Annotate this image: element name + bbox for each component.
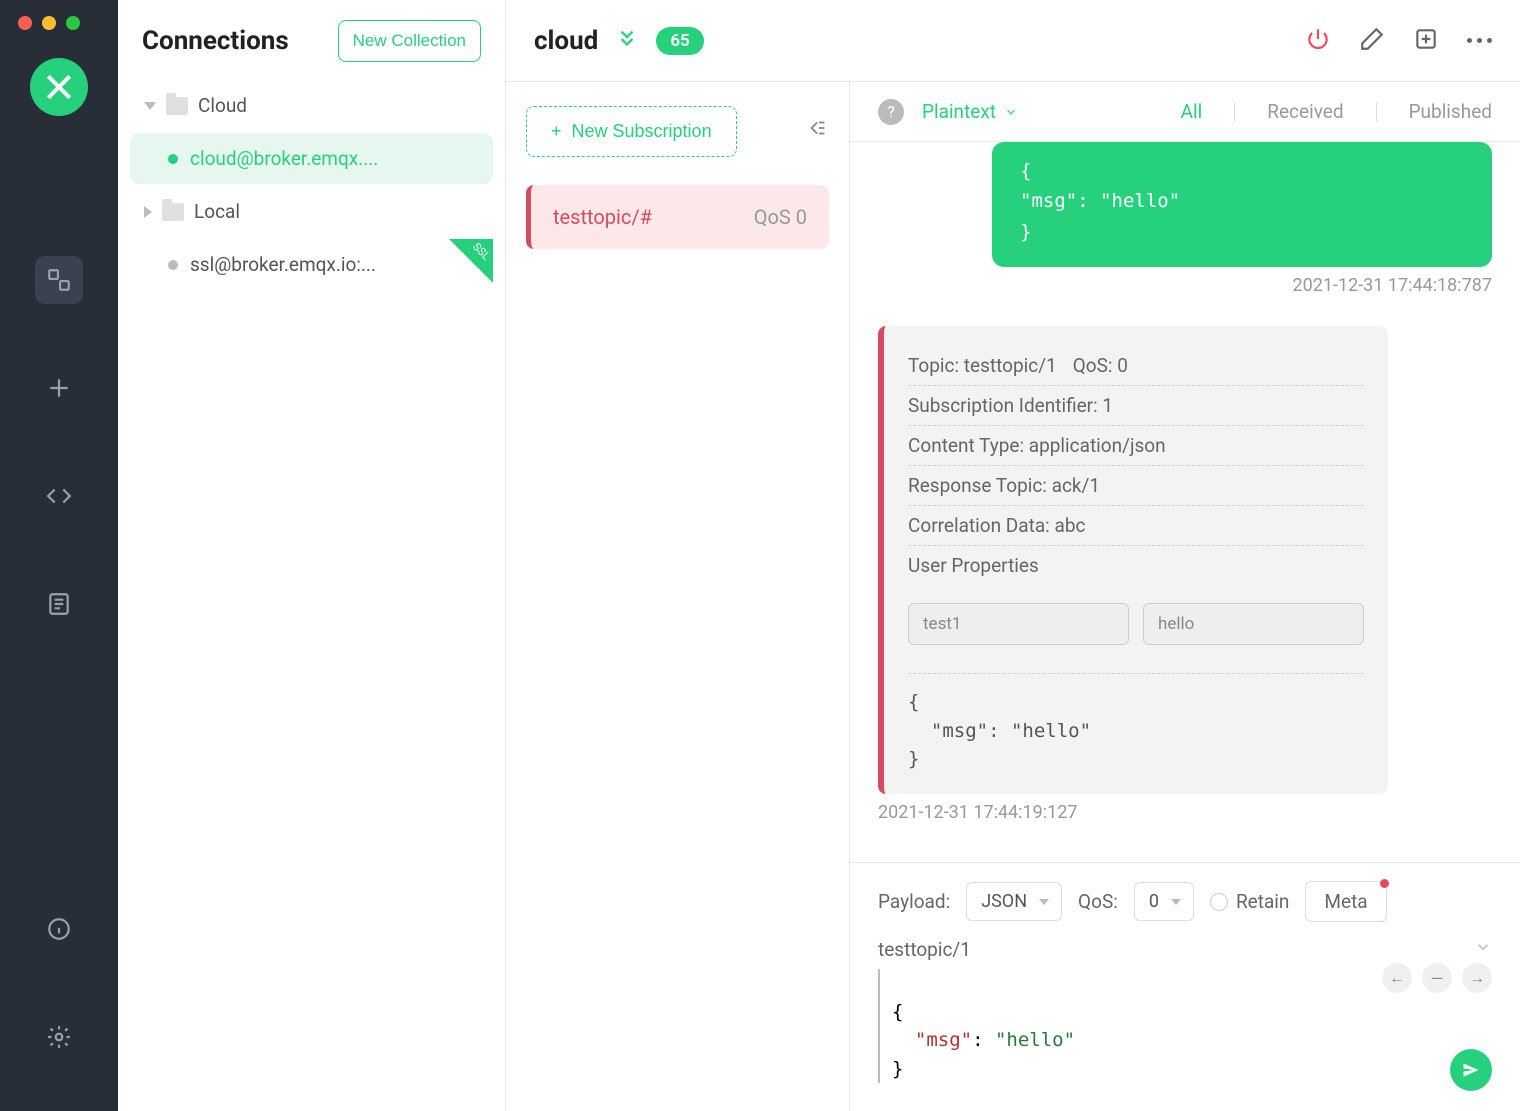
messages-panel: ? Plaintext All Received Published { [850,82,1520,1111]
new-subscription-label: New Subscription [572,121,712,142]
main-header: cloud 65 [506,0,1520,82]
user-properties-label: User Properties [908,554,1364,577]
retain-toggle[interactable]: Retain [1210,890,1289,913]
group-cloud[interactable]: Cloud [130,82,493,129]
sent-line: } [1020,217,1464,247]
folder-icon [166,97,188,115]
group-local[interactable]: Local [130,188,493,235]
status-dot-offline [168,260,178,270]
connections-sidebar: Connections New Collection Cloud cloud@b… [118,0,506,1111]
new-window-button[interactable] [1413,26,1439,56]
sent-line: "msg": "hello" [1020,186,1464,216]
recv-sub-id: Subscription Identifier: 1 [908,394,1113,417]
nav-connections[interactable] [35,256,83,304]
new-collection-button[interactable]: New Collection [338,20,481,62]
filter-tab-published[interactable]: Published [1409,100,1492,123]
recv-qos: QoS: 0 [1073,354,1128,377]
minimize-window[interactable] [42,16,56,30]
user-property-value: hello [1143,603,1364,645]
subscription-topic: testtopic/# [553,205,652,229]
connection-label: cloud@broker.emqx.... [190,147,378,170]
connection-ssl[interactable]: ssl@broker.emqx.io:... SSL [130,239,493,290]
received-message: Topic: testtopic/1 QoS: 0 Subscription I… [878,326,1492,823]
qos-select[interactable]: 0 [1134,882,1194,921]
caret-down-icon [144,102,156,110]
main-panel: cloud 65 + New Subscription [506,0,1520,1111]
history-clear-button[interactable]: — [1422,963,1452,993]
maximize-window[interactable] [66,16,80,30]
subscription-item[interactable]: testtopic/# QoS 0 [526,185,829,249]
filter-tab-all[interactable]: All [1181,100,1203,123]
topic-expand-icon[interactable] [1474,938,1492,961]
nav-rail [0,0,118,1111]
history-next-button[interactable]: → [1462,963,1492,993]
expand-icon[interactable] [616,27,638,55]
payload-format-select[interactable]: JSON [966,882,1062,921]
message-count-badge: 65 [656,27,703,55]
meta-label: Meta [1324,890,1367,913]
sidebar-title: Connections [142,26,289,56]
format-value: Plaintext [922,100,996,123]
recv-timestamp: 2021-12-31 17:44:19:127 [878,802,1077,823]
send-button[interactable] [1450,1049,1492,1091]
window-controls [18,16,80,30]
qos-label: QoS: [1078,890,1118,913]
retain-label: Retain [1236,890,1289,913]
app-logo [30,58,88,116]
messages-list[interactable]: { "msg": "hello" } 2021-12-31 17:44:18:7… [850,142,1520,862]
radio-icon [1210,893,1228,911]
filter-tab-received[interactable]: Received [1267,100,1343,123]
nav-add[interactable] [35,364,83,412]
edit-button[interactable] [1359,26,1385,56]
group-label: Cloud [198,94,247,117]
caret-right-icon [144,206,152,218]
collapse-subscriptions-icon[interactable] [807,117,829,143]
close-window[interactable] [18,16,32,30]
subscriptions-panel: + New Subscription testtopic/# QoS 0 [506,82,850,1111]
subscription-qos: QoS 0 [754,205,807,229]
recv-payload: { "msg": "hello" } [908,673,1364,774]
new-subscription-button[interactable]: + New Subscription [526,106,737,157]
more-menu[interactable] [1467,38,1492,43]
disconnect-button[interactable] [1305,26,1331,56]
sent-message: { "msg": "hello" } 2021-12-31 17:44:18:7… [878,142,1492,296]
plus-icon: + [551,121,562,142]
payload-label: Payload: [878,890,950,913]
received-message-body: Topic: testtopic/1 QoS: 0 Subscription I… [878,326,1388,794]
sent-message-body: { "msg": "hello" } [992,142,1492,267]
recv-content-type: Content Type: application/json [908,434,1166,457]
connection-label: ssl@broker.emqx.io:... [190,253,376,276]
connection-name: cloud [534,26,598,56]
nav-settings[interactable] [35,1013,83,1061]
user-property-key: test1 [908,603,1129,645]
divider [1376,102,1377,122]
recv-correlation: Correlation Data: abc [908,514,1085,537]
divider [1234,102,1235,122]
compose-topic[interactable]: testtopic/1 [878,938,971,961]
recv-topic: Topic: testtopic/1 [908,354,1057,377]
messages-filter-bar: ? Plaintext All Received Published [850,82,1520,142]
nav-scripts[interactable] [35,472,83,520]
nav-log[interactable] [35,580,83,628]
sent-timestamp: 2021-12-31 17:44:18:787 [1293,275,1492,296]
status-dot-online [168,154,178,164]
nav-info[interactable] [35,905,83,953]
group-label: Local [194,200,240,223]
meta-indicator-dot [1380,879,1389,888]
format-selector[interactable]: Plaintext [922,100,1018,123]
history-prev-button[interactable]: ← [1382,963,1412,993]
meta-button[interactable]: Meta [1305,881,1386,922]
folder-icon [162,203,184,221]
recv-response-topic: Response Topic: ack/1 [908,474,1100,497]
compose-panel: Payload: JSON QoS: 0 Retain Meta testtop… [850,862,1520,1111]
help-icon[interactable]: ? [878,99,904,125]
connection-cloud[interactable]: cloud@broker.emqx.... [130,133,493,184]
ssl-badge [449,239,493,283]
